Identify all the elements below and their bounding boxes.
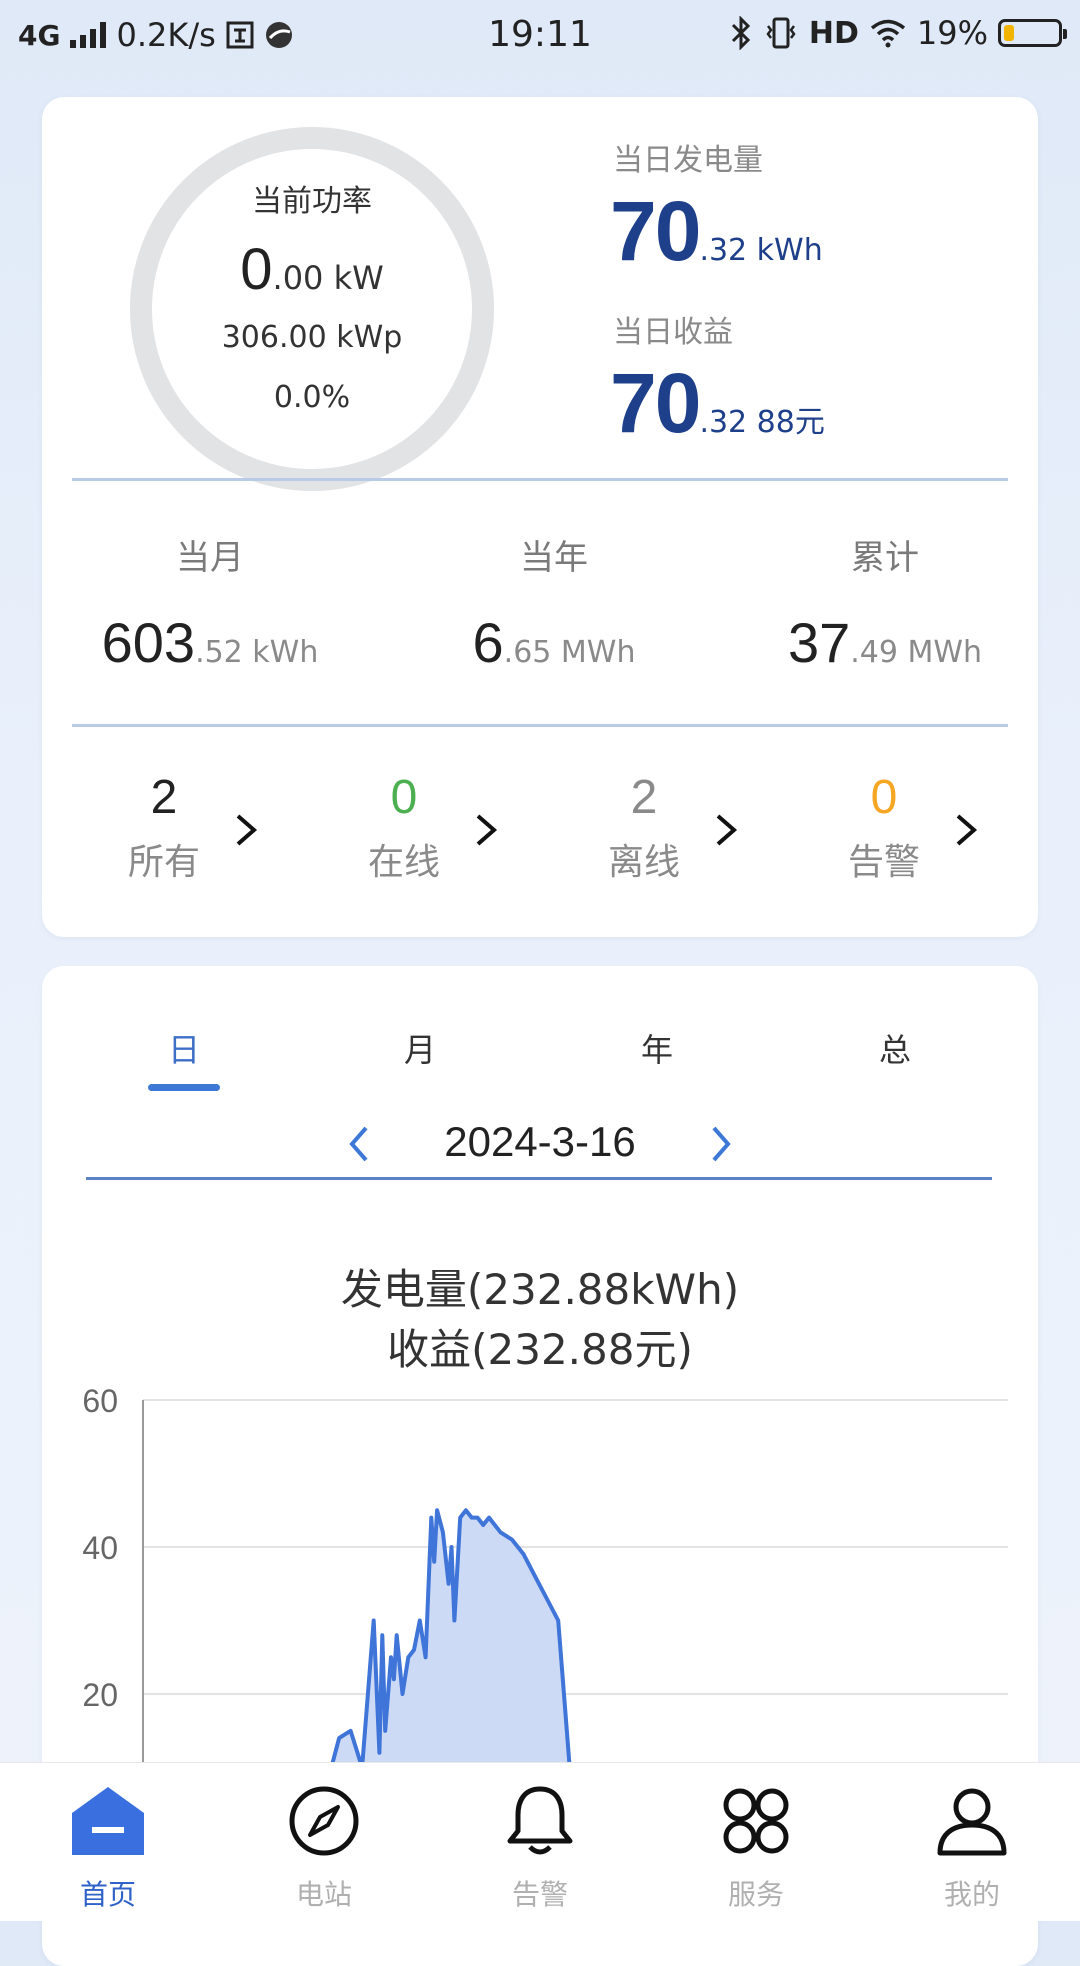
grid-icon bbox=[723, 1788, 789, 1854]
user-icon bbox=[937, 1788, 1007, 1856]
nav-service[interactable]: 服务 bbox=[648, 1763, 864, 1921]
bottom-nav: 首页 电站 告警 服务 我的 bbox=[0, 1762, 1080, 1921]
y-tick-label: 20 bbox=[82, 1677, 118, 1713]
compass-icon bbox=[289, 1786, 359, 1856]
home-icon bbox=[72, 1787, 144, 1855]
nav-alarm-label: 告警 bbox=[511, 1878, 568, 1911]
nav-station-label: 电站 bbox=[295, 1878, 352, 1911]
nav-mine-label: 我的 bbox=[943, 1878, 1000, 1911]
series-area bbox=[332, 1510, 570, 1762]
nav-alarm[interactable]: 告警 bbox=[432, 1763, 648, 1921]
nav-station[interactable]: 电站 bbox=[216, 1763, 432, 1921]
y-tick-label: 40 bbox=[82, 1530, 118, 1566]
nav-home[interactable]: 首页 bbox=[0, 1763, 216, 1921]
nav-service-label: 服务 bbox=[727, 1878, 784, 1911]
bell-icon bbox=[507, 1786, 573, 1855]
generation-chart: 60 40 20 bbox=[82, 1383, 1008, 1762]
nav-home-label: 首页 bbox=[79, 1878, 136, 1911]
y-tick-label: 60 bbox=[82, 1383, 118, 1419]
nav-mine[interactable]: 我的 bbox=[864, 1763, 1080, 1921]
